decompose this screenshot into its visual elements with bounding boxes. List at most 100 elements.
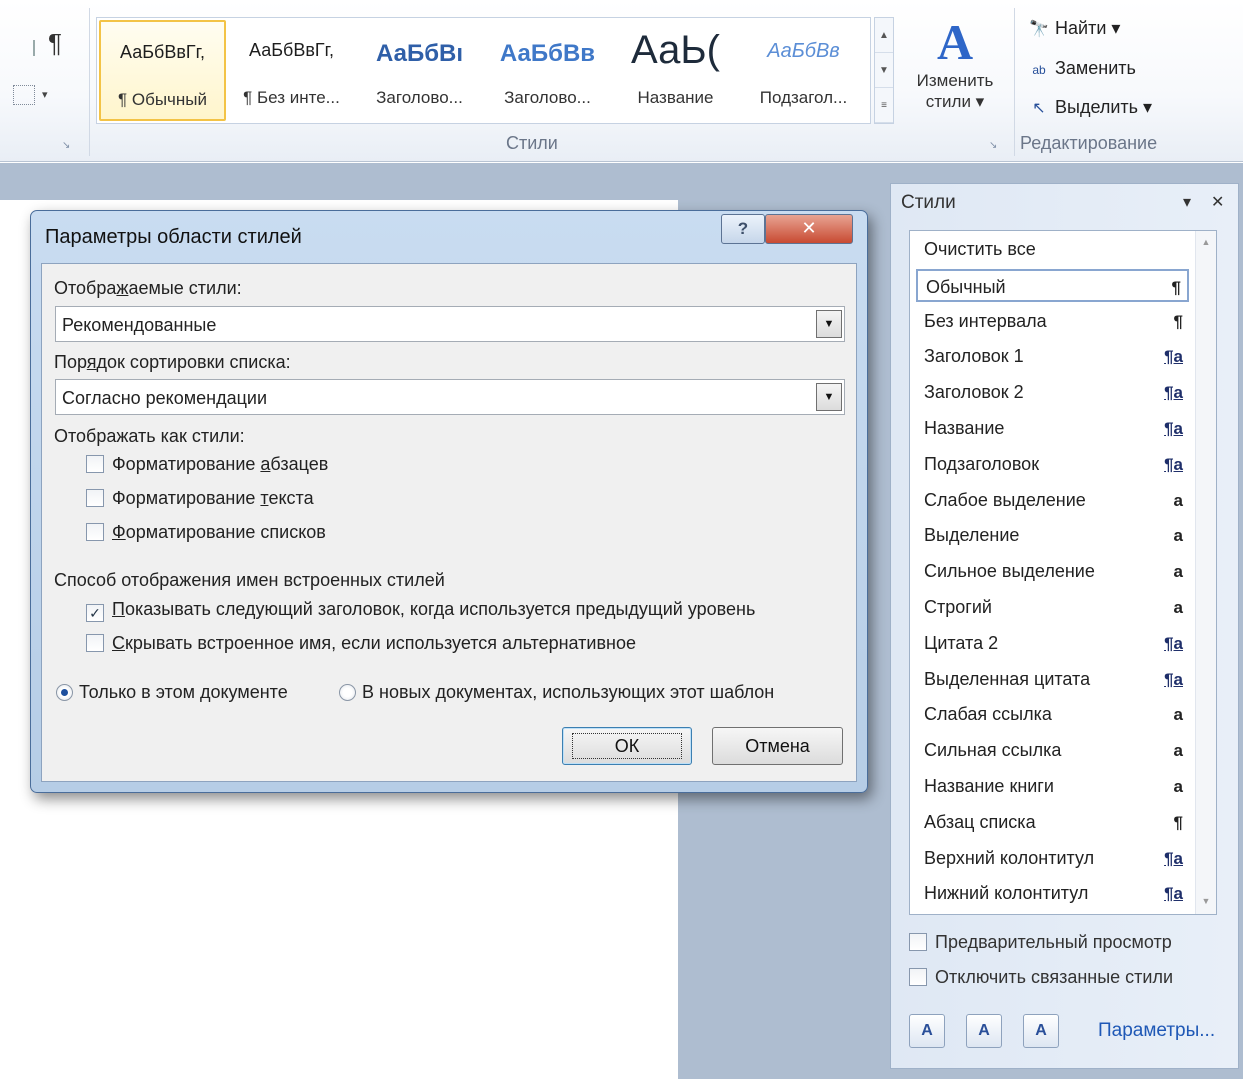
- sort-order-select[interactable]: Согласно рекомендации ▼: [55, 379, 845, 415]
- style-list-item[interactable]: Без интервала ¶: [916, 305, 1189, 338]
- style-list-item[interactable]: Заголовок 1 ¶a: [916, 340, 1189, 373]
- option-text: бзацев: [270, 454, 329, 474]
- gallery-scroll-down-button[interactable]: ▼: [875, 53, 893, 88]
- dialog-close-button[interactable]: ✕: [765, 214, 853, 244]
- show-as-option[interactable]: Форматирование абзацев: [86, 454, 328, 475]
- gallery-style-2[interactable]: АаБбВвГг, ¶ Без инте...: [228, 20, 355, 121]
- help-button[interactable]: ?: [721, 214, 765, 244]
- gallery-style-name: ¶ Обычный: [118, 90, 207, 109]
- show-as-checkbox[interactable]: [86, 523, 104, 541]
- style-list-item[interactable]: Нижний колонтитул ¶a: [916, 877, 1189, 910]
- style-item-label: Цитата 2: [924, 632, 999, 653]
- style-item-label: Без интервала: [924, 310, 1047, 331]
- replace-button[interactable]: ab Заменить: [1028, 58, 1136, 79]
- style-type-icon: a: [1173, 598, 1183, 617]
- style-list-item[interactable]: Очистить все: [916, 233, 1189, 266]
- option-text: екста: [268, 488, 314, 508]
- disable-linked-checkbox-row[interactable]: Отключить связанные стили: [909, 967, 1173, 988]
- builtin-option[interactable]: Скрывать встроенное имя, если использует…: [86, 633, 636, 654]
- style-item-label: Верхний колонтитул: [924, 847, 1095, 868]
- builtin-checkbox[interactable]: [86, 634, 104, 652]
- style-list-item[interactable]: Заголовок 2 ¶a: [916, 376, 1189, 409]
- style-type-icon: ¶a: [1164, 884, 1183, 904]
- builtin-checkbox[interactable]: ✓: [86, 604, 104, 622]
- find-button[interactable]: 🔭 Найти ▾: [1028, 18, 1120, 39]
- radio-this-document-button[interactable]: [56, 684, 73, 701]
- styles-dialog-launcher-icon[interactable]: ↘: [989, 140, 997, 151]
- gallery-style-3[interactable]: АаБбВı Заголово...: [356, 20, 483, 121]
- style-list-item[interactable]: Цитата 2 ¶a: [916, 627, 1189, 660]
- style-item-label: Заголовок 2: [924, 382, 1024, 403]
- style-item-label: Сильное выделение: [924, 561, 1095, 582]
- style-list-item[interactable]: Верхний колонтитул ¶a: [916, 842, 1189, 875]
- dropdown-arrow-icon[interactable]: ▼: [816, 310, 842, 338]
- styles-list-scrollbar[interactable]: ▲ ▼: [1195, 231, 1216, 914]
- style-list-item[interactable]: Выделение a: [916, 519, 1189, 552]
- gallery-scroll-up-button[interactable]: ▲: [875, 18, 893, 53]
- gallery-style-1[interactable]: АаБбВвГг, ¶ Обычный: [99, 20, 226, 121]
- style-list-item[interactable]: Название книги a: [916, 770, 1189, 803]
- style-list-item[interactable]: Выделенная цитата ¶a: [916, 663, 1189, 696]
- style-inspector-button[interactable]: A: [966, 1014, 1002, 1048]
- style-type-icon: a: [1173, 741, 1183, 761]
- style-list-item[interactable]: Сильное выделение a: [916, 555, 1189, 588]
- sort-order-value: Согласно рекомендации: [62, 388, 268, 408]
- style-list-item[interactable]: Слабая ссылка a: [916, 698, 1189, 731]
- gallery-more-button[interactable]: ≡: [875, 88, 893, 123]
- show-as-option[interactable]: Форматирование текста: [86, 488, 314, 509]
- paragraph-dialog-launcher-icon[interactable]: ↘: [62, 140, 70, 151]
- gallery-style-6[interactable]: АаБбВв Подзагол...: [740, 20, 867, 121]
- builtin-option[interactable]: ✓ Показывать следующий заголовок, когда и…: [86, 599, 755, 622]
- group-divider: [1014, 8, 1015, 156]
- scroll-down-icon[interactable]: ▼: [1196, 896, 1216, 906]
- gallery-style-5[interactable]: АаЬ(Название: [612, 20, 739, 121]
- borders-dropdown-icon[interactable]: ▾: [42, 88, 48, 101]
- styles-pane: Стили ▾ ✕ Очистить все Обычный ¶ Без интерв…: [890, 183, 1239, 1069]
- preview-checkbox-row[interactable]: Предварительный просмотр: [909, 932, 1172, 953]
- style-item-label: Сильная ссылка: [924, 740, 1062, 761]
- shown-styles-select[interactable]: Рекомендованные ▼: [55, 306, 845, 342]
- option-text: Форматирование: [112, 454, 261, 474]
- radio-new-documents[interactable]: В новых документах, использующих этот ша…: [339, 682, 774, 703]
- style-list-item[interactable]: Строгий a: [916, 591, 1189, 624]
- pane-menu-icon[interactable]: ▾: [1183, 192, 1191, 212]
- select-button[interactable]: ↖ Выделить ▾: [1028, 97, 1152, 118]
- options-link[interactable]: Параметры...: [1098, 1020, 1215, 1042]
- editing-group-label: Редактирование: [1020, 133, 1158, 153]
- preview-checkbox[interactable]: [909, 933, 927, 951]
- show-as-checkbox[interactable]: [86, 455, 104, 473]
- cancel-button[interactable]: Отмена: [712, 727, 843, 765]
- style-type-icon: ¶: [1173, 812, 1183, 832]
- show-as-checkbox[interactable]: [86, 489, 104, 507]
- style-list-item[interactable]: Абзац списка ¶: [916, 806, 1189, 839]
- dropdown-arrow-icon[interactable]: ▼: [816, 383, 842, 411]
- gallery-style-4[interactable]: АаБбВв Заголово...: [484, 20, 611, 121]
- style-list-item[interactable]: Подзаголовок ¶a: [916, 448, 1189, 481]
- style-type-icon: ¶a: [1164, 633, 1183, 653]
- radio-new-documents-button[interactable]: [339, 684, 356, 701]
- dialog-title: Параметры области стилей: [45, 226, 302, 248]
- radio-this-document[interactable]: Только в этом документе: [56, 682, 288, 703]
- style-list-item[interactable]: Слабое выделение a: [916, 484, 1189, 517]
- style-list-item[interactable]: Сильная ссылка a: [916, 734, 1189, 767]
- replace-icon: ab: [1032, 63, 1046, 77]
- show-as-option[interactable]: Форматирование списков: [86, 522, 326, 543]
- radio-new-documents-label: В новых документах, использующих этот ша…: [362, 682, 775, 702]
- style-item-label: Выделение: [924, 525, 1020, 546]
- style-item-label: Нижний колонтитул: [924, 883, 1089, 904]
- shown-styles-label: Отображаемые стили:: [54, 278, 242, 298]
- borders-icon[interactable]: [13, 85, 35, 105]
- style-item-label: Обычный: [926, 276, 1006, 297]
- style-list-item[interactable]: Название ¶a: [916, 412, 1189, 445]
- change-styles-button[interactable]: A Изменить стили ▾: [905, 14, 1005, 134]
- new-style-button[interactable]: A: [909, 1014, 945, 1048]
- ok-button[interactable]: ОК: [562, 727, 692, 765]
- scroll-up-icon[interactable]: ▲: [1196, 237, 1216, 247]
- manage-styles-button[interactable]: A: [1023, 1014, 1059, 1048]
- style-item-label: Слабая ссылка: [924, 704, 1052, 725]
- style-list-item[interactable]: Обычный ¶: [916, 268, 1189, 302]
- disable-linked-checkbox[interactable]: [909, 968, 927, 986]
- pane-close-icon[interactable]: ✕: [1211, 192, 1224, 212]
- show-formatting-marks-button[interactable]: ¶: [48, 28, 62, 59]
- change-styles-label-line2: стили ▾: [925, 92, 985, 111]
